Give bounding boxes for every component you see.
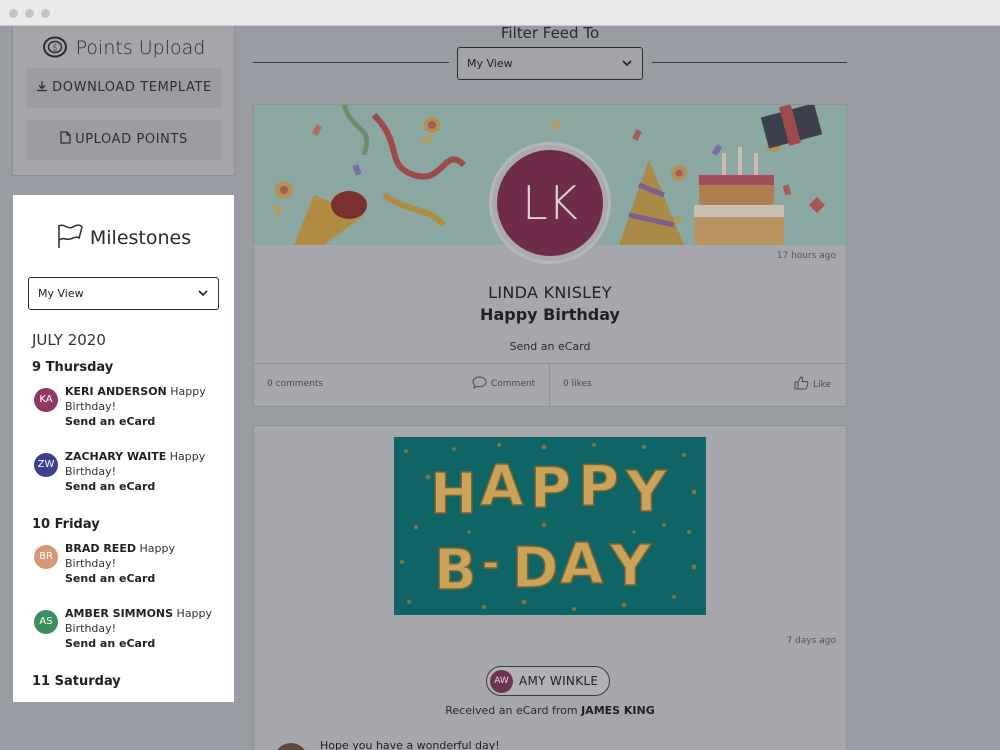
- svg-text:-: -: [482, 538, 499, 587]
- feed-filter-value: My View: [467, 57, 513, 70]
- comment-icon: [472, 376, 487, 392]
- avatar[interactable]: LK: [497, 150, 603, 256]
- feed-filter-select[interactable]: My View: [457, 47, 643, 80]
- avatar: AW: [490, 670, 513, 693]
- event-title: Happy Birthday: [480, 305, 620, 324]
- milestones-view-select[interactable]: My View: [28, 277, 219, 310]
- received-prefix: Received an eCard from: [445, 704, 578, 717]
- svg-text:$: $: [52, 44, 58, 54]
- milestone-text: AMBER SIMMONS Happy Birthday! Send an eC…: [65, 606, 215, 651]
- comment-label: Comment: [491, 379, 536, 389]
- feed-card-ecard: H A P P Y B - D A Y 7 days ago AW AMY WI…: [253, 425, 847, 750]
- svg-text:H: H: [430, 462, 477, 527]
- divider-line: [652, 62, 847, 63]
- svg-text:B: B: [434, 538, 477, 603]
- svg-text:P: P: [530, 456, 571, 521]
- like-button[interactable]: Like: [794, 376, 831, 393]
- download-template-button[interactable]: DOWNLOAD TEMPLATE: [26, 68, 222, 108]
- svg-text:Y: Y: [625, 460, 668, 525]
- comment-count[interactable]: 0 comments: [267, 379, 323, 389]
- milestones-month: JULY 2020: [32, 331, 106, 349]
- chevron-down-icon: [198, 278, 208, 321]
- points-upload-panel: $ Points Upload DOWNLOAD TEMPLATE UPLOAD…: [12, 26, 235, 176]
- window-minimize-dot[interactable]: [25, 9, 34, 18]
- milestones-panel: Milestones My View JULY 2020 9 Thursday …: [13, 195, 234, 702]
- comment-button[interactable]: Comment: [472, 376, 535, 392]
- like-label: Like: [813, 380, 831, 390]
- milestones-header: Milestones: [13, 223, 234, 254]
- points-upload-header: $ Points Upload: [13, 36, 234, 63]
- svg-text:D: D: [512, 536, 558, 601]
- milestone-day-heading: 9 Thursday: [32, 360, 114, 375]
- avatar: ZW: [34, 453, 58, 477]
- milestone-day-heading: 11 Saturday: [32, 674, 121, 689]
- window-maximize-dot[interactable]: [41, 9, 50, 18]
- avatar: KA: [34, 388, 58, 412]
- milestone-person-name[interactable]: BRAD REED: [65, 542, 136, 555]
- milestone-text: BRAD REED Happy Birthday! Send an eCard: [65, 541, 215, 586]
- avatar: BR: [34, 545, 58, 569]
- avatar: AS: [34, 610, 58, 634]
- avatar: [274, 743, 308, 750]
- thumbs-up-icon: [794, 376, 809, 393]
- upload-points-label: UPLOAD POINTS: [75, 132, 188, 147]
- coin-icon: $: [42, 36, 68, 63]
- send-ecard-link[interactable]: Send an eCard: [65, 636, 215, 651]
- milestone-person-name[interactable]: ZACHARY WAITE: [65, 450, 166, 463]
- svg-text:Y: Y: [609, 534, 652, 599]
- window-title-bar: [0, 0, 1000, 26]
- milestone-person-name[interactable]: KERI ANDERSON: [65, 385, 167, 398]
- card-actions-bar: 0 comments Comment 0 likes Like: [254, 363, 846, 408]
- ecard-message: Hope you have a wonderful day!: [320, 739, 500, 750]
- post-timestamp: 7 days ago: [786, 636, 836, 646]
- flag-icon: [56, 223, 84, 254]
- send-ecard-link[interactable]: Send an eCard: [254, 340, 846, 353]
- happy-bday-ecard-image[interactable]: H A P P Y B - D A Y: [394, 437, 706, 615]
- svg-text:A: A: [560, 532, 604, 597]
- sender-name[interactable]: JAMES KING: [581, 704, 655, 717]
- svg-text:A: A: [480, 454, 524, 519]
- avatar-ring: LK: [489, 142, 611, 264]
- received-ecard-text: Received an eCard from JAMES KING: [254, 704, 846, 717]
- like-count[interactable]: 0 likes: [563, 379, 592, 389]
- chevron-down-icon: [622, 48, 632, 91]
- points-upload-title: Points Upload: [75, 37, 206, 59]
- svg-text:P: P: [578, 454, 619, 519]
- upload-points-button[interactable]: UPLOAD POINTS: [26, 120, 222, 160]
- milestones-view-value: My View: [38, 287, 84, 300]
- milestone-day-heading: 10 Friday: [32, 517, 100, 532]
- recipient-pill[interactable]: AW AMY WINKLE: [486, 666, 610, 696]
- birthday-person-name[interactable]: LINDA KNISLEY: [254, 283, 846, 302]
- filter-feed-label: Filter Feed To: [500, 24, 600, 42]
- send-ecard-link[interactable]: Send an eCard: [65, 571, 215, 586]
- milestone-person-name[interactable]: AMBER SIMMONS: [65, 607, 173, 620]
- milestone-text: KERI ANDERSON Happy Birthday! Send an eC…: [65, 384, 215, 429]
- feed-card-birthday: LK 17 hours ago LINDA KNISLEY Happy Birt…: [253, 104, 847, 408]
- download-icon: [36, 69, 48, 109]
- send-ecard-link[interactable]: Send an eCard: [65, 414, 215, 429]
- action-divider: [549, 364, 550, 408]
- divider-line: [253, 62, 449, 63]
- document-icon: [60, 121, 71, 161]
- download-template-label: DOWNLOAD TEMPLATE: [52, 80, 212, 95]
- window-close-dot[interactable]: [9, 9, 18, 18]
- milestones-title: Milestones: [89, 227, 192, 249]
- send-ecard-link[interactable]: Send an eCard: [65, 479, 215, 494]
- milestone-text: ZACHARY WAITE Happy Birthday! Send an eC…: [65, 449, 215, 494]
- post-timestamp: 17 hours ago: [776, 251, 836, 261]
- recipient-name: AMY WINKLE: [519, 674, 599, 688]
